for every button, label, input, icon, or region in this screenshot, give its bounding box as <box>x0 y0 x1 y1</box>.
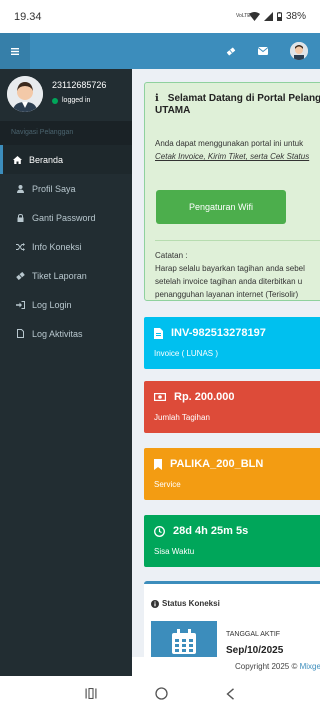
volte-indicator: VoLTE <box>235 13 251 19</box>
sidebar-header: Navigasi Pelanggan <box>0 121 132 145</box>
amount-value: Rp. 200.000 <box>174 391 235 403</box>
clock-icon <box>154 525 165 537</box>
welcome-callout: ℹ Selamat Datang di Portal Pelang UTAMA … <box>144 82 320 301</box>
sidebar: 23112685726 logged in Navigasi Pelanggan… <box>0 69 132 676</box>
lock-icon <box>15 213 25 223</box>
file-text-icon <box>154 327 163 339</box>
info-circle-icon <box>151 599 159 608</box>
note-heading: Catatan : <box>155 251 188 260</box>
main-content: ℹ Selamat Datang di Portal Pelang UTAMA … <box>132 69 320 657</box>
amount-card[interactable]: Rp. 200.000 Jumlah Tagihan <box>144 381 320 433</box>
sidebar-item-profil-saya[interactable]: Profil Saya <box>0 174 132 203</box>
money-icon <box>154 393 166 401</box>
wifi-settings-button[interactable]: Pengaturan Wifi <box>156 190 286 224</box>
service-card-title: PALIKA_200_BLN <box>154 458 263 470</box>
ticket-icon[interactable] <box>226 47 236 56</box>
sidebar-item-ganti-password[interactable]: Ganti Password <box>0 203 132 232</box>
sidebar-item-info-koneksi[interactable]: Info Koneksi <box>0 232 132 261</box>
active-date-label: TANGGAL AKTIF <box>226 631 281 638</box>
invoice-card[interactable]: INV-982513278197 Invoice ( LUNAS ) <box>144 317 320 369</box>
sidebar-item-tiket-laporan[interactable]: Tiket Laporan <box>0 261 132 290</box>
sidebar-item-label: Info Koneksi <box>32 241 82 252</box>
active-date-box: TANGGAL AKTIF Sep/10/2025 <box>151 621 320 657</box>
info-icon: ℹ <box>155 93 159 104</box>
home-button-icon[interactable] <box>155 687 168 700</box>
welcome-desc-line1: Anda dapat menggunakan portal ini untuk <box>155 139 304 148</box>
sidebar-item-label: Ganti Password <box>32 212 96 223</box>
sidebar-item-label: Log Login <box>32 299 72 310</box>
menu-icon <box>11 47 19 55</box>
clock: 19.34 <box>14 10 42 23</box>
welcome-title-line1: Selamat Datang di Portal Pelang <box>167 93 320 104</box>
navbar-actions <box>226 33 308 69</box>
calendar-icon <box>172 629 196 654</box>
welcome-title-line2: UTAMA <box>155 105 191 116</box>
service-label: Service <box>154 480 181 489</box>
connection-status-panel: Status Koneksi TANGGAL AKTIF Sep/10/2025 <box>144 581 320 657</box>
note-line: Harap selalu bayarkan tagihan anda sebel <box>155 264 305 273</box>
amount-card-title: Rp. 200.000 <box>154 391 235 403</box>
avatar <box>7 76 43 112</box>
shuffle-icon <box>15 242 25 252</box>
status-icons: VoLTE 38% <box>236 11 306 22</box>
sign-in-icon <box>15 300 25 310</box>
footer-link[interactable]: Mixge <box>300 662 320 671</box>
sidebar-item-label: Tiket Laporan <box>32 270 87 281</box>
active-date-value: Sep/10/2025 <box>226 645 284 656</box>
back-icon[interactable] <box>226 687 235 700</box>
device-navigation-bar <box>0 676 320 711</box>
sidebar-item-label: Log Aktivitas <box>32 328 83 339</box>
battery-icon <box>276 12 282 21</box>
invoice-status: Invoice ( LUNAS ) <box>154 349 219 358</box>
sidebar-toggle-button[interactable] <box>0 33 30 69</box>
sidebar-menu: Beranda Profil Saya Ganti Password Info … <box>0 145 132 348</box>
connection-status-title: Status Koneksi <box>151 599 220 608</box>
amount-label: Jumlah Tagihan <box>154 413 210 422</box>
user-avatar-small[interactable] <box>290 42 308 60</box>
invoice-card-title: INV-982513278197 <box>154 327 266 339</box>
user-status: logged in <box>52 97 90 104</box>
user-panel: 23112685726 logged in <box>0 69 132 121</box>
copyright-text: Copyright 2025 © <box>235 662 298 671</box>
ticket-icon <box>15 271 25 281</box>
calendar-icon-box <box>151 621 217 657</box>
device-status-bar: 19.34 VoLTE 38% <box>0 0 320 33</box>
welcome-desc-line2: Cetak Invoice, Kirim Tiket, serta Cek St… <box>155 152 310 161</box>
footer: Copyright 2025 © Mixge <box>132 657 320 676</box>
user-icon <box>15 184 25 194</box>
note-line: penangguhan layanan internet (Terisolir) <box>155 290 299 299</box>
time-left-label: Sisa Waktu <box>154 547 195 556</box>
wifi-signal-icon <box>248 12 260 21</box>
user-avatar-image <box>7 76 43 112</box>
cell-signal-icon <box>263 12 273 21</box>
online-dot-icon <box>52 97 58 104</box>
welcome-note: Catatan : Harap selalu bayarkan tagihan … <box>155 249 320 301</box>
top-navbar <box>0 33 320 69</box>
sidebar-item-label: Profil Saya <box>32 183 76 194</box>
user-avatar-image <box>290 42 308 60</box>
service-name: PALIKA_200_BLN <box>170 458 264 470</box>
home-icon <box>12 155 22 165</box>
file-icon <box>15 329 25 339</box>
invoice-number: INV-982513278197 <box>171 327 266 339</box>
bookmark-icon <box>154 458 162 470</box>
welcome-title: ℹ Selamat Datang di Portal Pelang UTAMA <box>155 93 320 117</box>
time-left-value: 28d 4h 25m 5s <box>173 525 249 537</box>
sidebar-item-log-login[interactable]: Log Login <box>0 290 132 319</box>
note-line: setelah invoice tagihan anda diterbitkan… <box>155 277 303 286</box>
service-card[interactable]: PALIKA_200_BLN Service <box>144 448 320 500</box>
connection-title-label: Status Koneksi <box>162 599 220 608</box>
sidebar-item-beranda[interactable]: Beranda <box>0 145 132 174</box>
time-left-card[interactable]: 28d 4h 25m 5s Sisa Waktu <box>144 515 320 567</box>
user-name: 23112685726 <box>52 80 107 90</box>
time-left-card-title: 28d 4h 25m 5s <box>154 525 248 537</box>
divider <box>155 240 320 241</box>
sidebar-item-label: Beranda <box>29 154 64 165</box>
recent-apps-icon[interactable] <box>85 688 97 699</box>
battery-level: 38% <box>285 11 306 22</box>
envelope-icon[interactable] <box>258 47 268 55</box>
user-status-label: logged in <box>62 97 91 104</box>
sidebar-item-log-aktivitas[interactable]: Log Aktivitas <box>0 319 132 348</box>
welcome-description: Anda dapat menggunakan portal ini untuk … <box>155 137 320 163</box>
